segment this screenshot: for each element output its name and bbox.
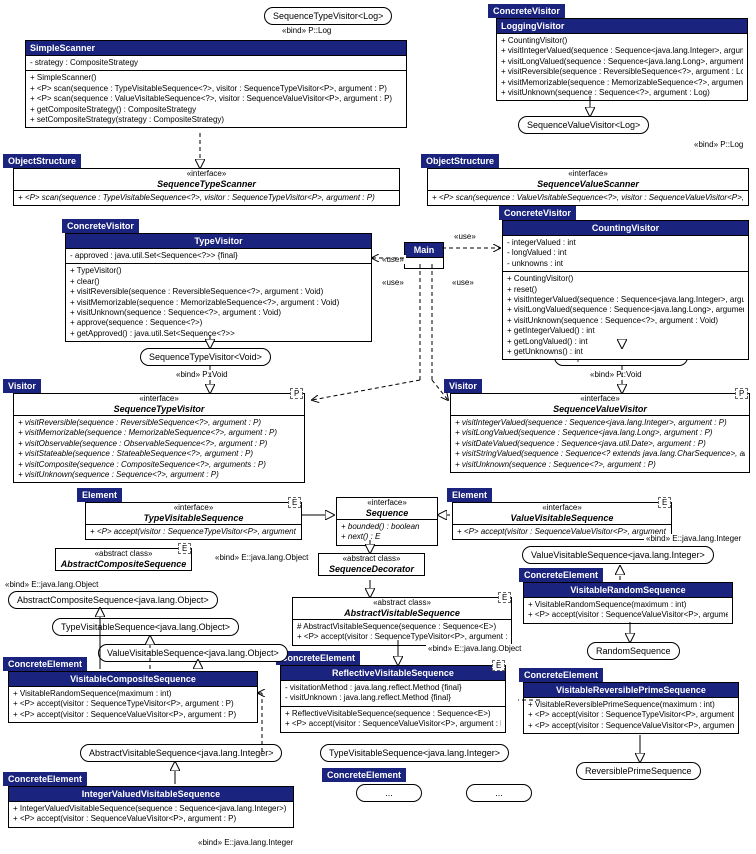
iface-sequence: «interface» Sequence + bounded() : boole… xyxy=(336,497,438,546)
lbl-use4: «use» xyxy=(450,278,476,287)
lbl-bind-eobj2: «bind» E::java.lang.Object xyxy=(3,580,100,589)
tag-concreteelement2: ConcreteElement xyxy=(276,651,360,665)
tag-element2: Element xyxy=(447,488,492,502)
absvisseq-int: AbstractVisitableSequence<java.lang.Inte… xyxy=(80,744,282,762)
tag-concreteelement6: ConcreteElement xyxy=(322,768,406,782)
tag-concreteelement3: ConcreteElement xyxy=(519,568,603,582)
class-countingvisitor: CountingVisitor - integerValued : int - … xyxy=(502,220,749,360)
seqtypevisitor-void: SequenceTypeVisitor<Void> xyxy=(140,348,271,366)
iface-typevisseq: «interface» TypeVisitableSequence + <P> … xyxy=(85,502,302,540)
class-main: Main xyxy=(404,242,444,269)
lbl-bind-eobj1: «bind» E::java.lang.Object xyxy=(213,553,310,562)
empty-class1: ... xyxy=(356,784,422,802)
tag-concretevisitor: ConcreteVisitor xyxy=(488,4,565,18)
abscompseq-obj: AbstractCompositeSequence<java.lang.Obje… xyxy=(8,591,218,609)
param-e3: E xyxy=(178,543,191,554)
tag-objectstructure2: ObjectStructure xyxy=(421,154,499,168)
lbl-bind-eint2: «bind» E::java.lang.Integer xyxy=(196,838,295,847)
valvisseq-int: ValueVisitableSequence<java.lang.Integer… xyxy=(522,546,714,564)
param-e5: E xyxy=(492,660,505,671)
lbl-bind-plog1: «bind» P::Log xyxy=(280,26,333,35)
tag-element: Element xyxy=(77,488,122,502)
valvisseq-obj: ValueVisitableSequence<java.lang.Object> xyxy=(98,644,288,662)
tag-visitor2: Visitor xyxy=(444,379,482,393)
tag-concreteelement4: ConcreteElement xyxy=(519,668,603,682)
param-p2: P xyxy=(735,388,748,399)
typevisseq-obj: TypeVisitableSequence<java.lang.Object> xyxy=(52,618,239,636)
lbl-use1: «use» xyxy=(452,232,478,241)
lbl-bind-pvoid2: «bind» P::Void xyxy=(588,370,644,379)
randomsequence: RandomSequence xyxy=(587,642,680,660)
reversibleprimeseq: ReversiblePrimeSequence xyxy=(576,762,701,780)
iface-valvisseq: «interface» ValueVisitableSequence + <P>… xyxy=(452,502,672,540)
lbl-use2: «use» xyxy=(380,255,406,264)
iface-seqtypescanner: «interface» SequenceTypeScanner + <P> sc… xyxy=(13,168,400,206)
class-viscompseq: VisitableCompositeSequence + VisitableRa… xyxy=(8,671,258,723)
param-p1: P xyxy=(290,388,303,399)
tag-objectstructure: ObjectStructure xyxy=(3,154,81,168)
seqtypevisitor-log: SequenceTypeVisitor<Log> xyxy=(264,7,392,25)
tag-concreteelement5: ConcreteElement xyxy=(3,772,87,786)
tag-concretevisitor2: ConcreteVisitor xyxy=(62,219,139,233)
iface-seqvalvisitor: «interface» SequenceValueVisitor + visit… xyxy=(450,393,750,473)
iface-seqtypevisitor: «interface» SequenceTypeVisitor + visitR… xyxy=(13,393,305,483)
class-reflvisseq: ReflectiveVisitableSequence - visitation… xyxy=(280,665,506,733)
param-e2: E xyxy=(658,497,671,508)
class-visrandseq: VisitableRandomSequence + VisitableRando… xyxy=(523,582,733,624)
seqvalvisitor-log: SequenceValueVisitor<Log> xyxy=(518,116,649,134)
lbl-bind-eint1: «bind» E::java.lang.Integer xyxy=(644,534,743,543)
class-intvalvisseq: IntegerValuedVisitableSequence + Integer… xyxy=(8,786,294,828)
empty-class2: ... xyxy=(466,784,532,802)
class-typevisitor: TypeVisitor - approved : java.util.Set<S… xyxy=(65,233,372,342)
class-absvisseq: «abstract class» AbstractVisitableSequen… xyxy=(292,597,512,646)
lbl-bind-eobj3: «bind» E::java.lang.Object xyxy=(426,644,523,653)
typevisseq-int: TypeVisitableSequence<java.lang.Integer> xyxy=(320,744,509,762)
lbl-use3: «use» xyxy=(380,278,406,287)
lbl-bind-plog2: «bind» P::Log xyxy=(692,140,745,149)
class-seqdecorator: «abstract class» SequenceDecorator xyxy=(318,553,425,576)
class-loggingvisitor: LoggingVisitor + CountingVisitor() + vis… xyxy=(496,18,748,101)
lbl-bind-pvoid1: «bind» P::Void xyxy=(174,370,230,379)
param-e1: E xyxy=(288,497,301,508)
tag-visitor: Visitor xyxy=(3,379,41,393)
param-e4: E xyxy=(498,592,511,603)
tag-concreteelement: ConcreteElement xyxy=(3,657,87,671)
class-visrevprimeseq: VisitableReversiblePrimeSequence + Visit… xyxy=(523,682,739,734)
class-abscompseq: «abstract class» AbstractCompositeSequen… xyxy=(55,548,192,571)
iface-seqvalscanner: «interface» SequenceValueScanner + <P> s… xyxy=(427,168,749,206)
tag-concretevisitor3: ConcreteVisitor xyxy=(499,206,576,220)
class-simplescanner: SimpleScanner - strategy : CompositeStra… xyxy=(25,40,407,128)
